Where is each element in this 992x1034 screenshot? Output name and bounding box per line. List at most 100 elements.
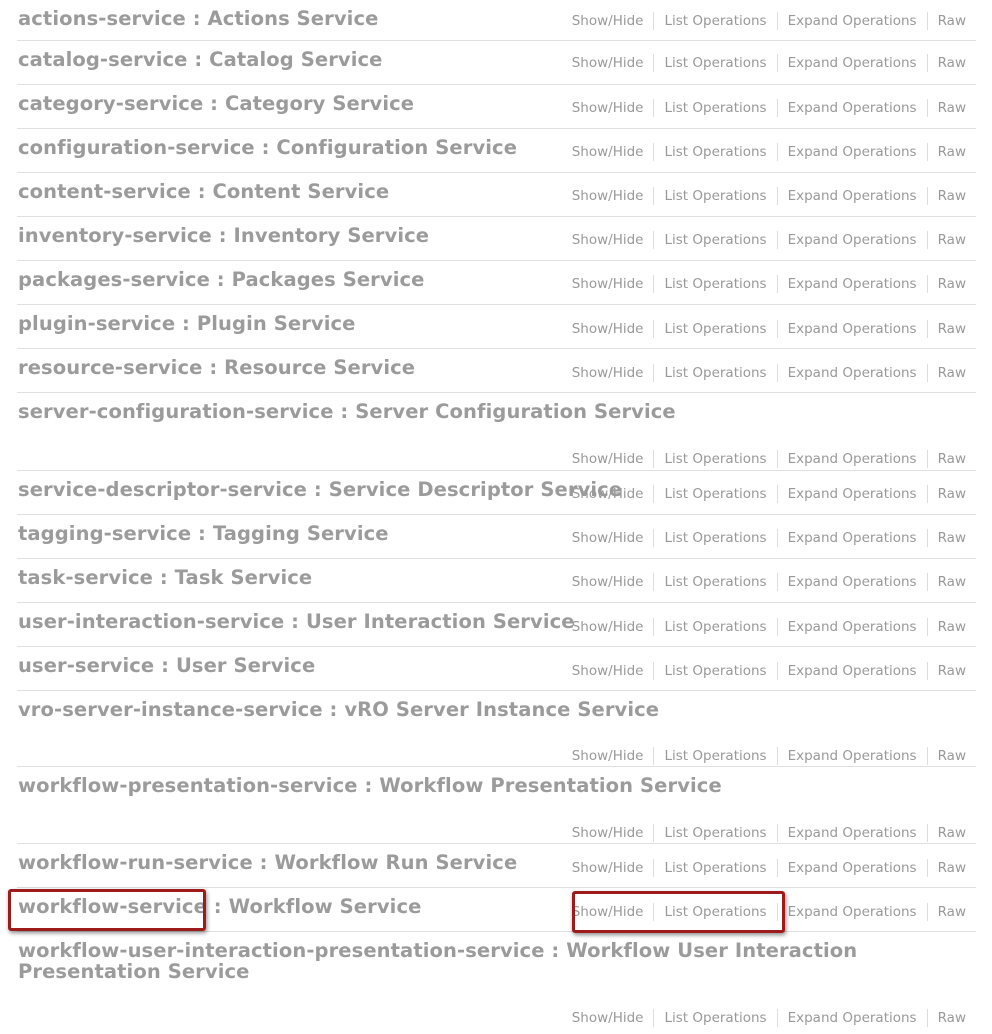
show-hide-link[interactable]: Show/Hide (562, 858, 654, 878)
show-hide-link[interactable]: Show/Hide (562, 617, 654, 637)
service-description-link[interactable]: Server Configuration Service (355, 400, 676, 423)
service-name-link[interactable]: catalog-service (18, 48, 187, 71)
service-name-link[interactable]: server-configuration-service (18, 400, 334, 423)
raw-link[interactable]: Raw (928, 363, 976, 383)
expand-operations-link[interactable]: Expand Operations (778, 823, 927, 843)
expand-operations-link[interactable]: Expand Operations (778, 98, 927, 118)
list-operations-link[interactable]: List Operations (654, 363, 776, 383)
service-name-link[interactable]: vro-server-instance-service (18, 698, 323, 721)
service-description-link[interactable]: User Interaction Service (306, 610, 575, 633)
list-operations-link[interactable]: List Operations (654, 528, 776, 548)
list-operations-link[interactable]: List Operations (654, 746, 776, 766)
raw-link[interactable]: Raw (928, 572, 976, 592)
service-description-link[interactable]: Tagging Service (213, 522, 389, 545)
service-description-link[interactable]: Packages Service (232, 268, 425, 291)
list-operations-link[interactable]: List Operations (654, 230, 776, 250)
expand-operations-link[interactable]: Expand Operations (778, 53, 927, 73)
show-hide-link[interactable]: Show/Hide (562, 823, 654, 843)
service-name-link[interactable]: tagging-service (18, 522, 191, 545)
show-hide-link[interactable]: Show/Hide (562, 98, 654, 118)
expand-operations-link[interactable]: Expand Operations (778, 186, 927, 206)
service-description-link[interactable]: Workflow Presentation Service (379, 774, 722, 797)
list-operations-link[interactable]: List Operations (654, 661, 776, 681)
show-hide-link[interactable]: Show/Hide (562, 274, 654, 294)
service-name-link[interactable]: task-service (18, 566, 153, 589)
service-description-link[interactable]: Configuration Service (276, 136, 517, 159)
raw-link[interactable]: Raw (928, 319, 976, 339)
expand-operations-link[interactable]: Expand Operations (778, 661, 927, 681)
list-operations-link[interactable]: List Operations (654, 319, 776, 339)
expand-operations-link[interactable]: Expand Operations (778, 746, 927, 766)
service-description-link[interactable]: Content Service (213, 180, 390, 203)
expand-operations-link[interactable]: Expand Operations (778, 11, 927, 31)
raw-link[interactable]: Raw (928, 858, 976, 878)
list-operations-link[interactable]: List Operations (654, 858, 776, 878)
list-operations-link[interactable]: List Operations (654, 11, 776, 31)
list-operations-link[interactable]: List Operations (654, 484, 776, 504)
show-hide-link[interactable]: Show/Hide (562, 230, 654, 250)
raw-link[interactable]: Raw (928, 53, 976, 73)
service-name-link[interactable]: content-service (18, 180, 191, 203)
service-name-link[interactable]: resource-service (18, 356, 202, 379)
service-name-link[interactable]: service-descriptor-service (18, 478, 307, 501)
expand-operations-link[interactable]: Expand Operations (778, 858, 927, 878)
expand-operations-link[interactable]: Expand Operations (778, 617, 927, 637)
expand-operations-link[interactable]: Expand Operations (778, 230, 927, 250)
show-hide-link[interactable]: Show/Hide (562, 142, 654, 162)
raw-link[interactable]: Raw (928, 746, 976, 766)
expand-operations-link[interactable]: Expand Operations (778, 319, 927, 339)
show-hide-link[interactable]: Show/Hide (562, 53, 654, 73)
list-operations-link[interactable]: List Operations (654, 572, 776, 592)
show-hide-link[interactable]: Show/Hide (562, 11, 654, 31)
expand-operations-link[interactable]: Expand Operations (778, 902, 927, 922)
raw-link[interactable]: Raw (928, 142, 976, 162)
expand-operations-link[interactable]: Expand Operations (778, 1008, 927, 1028)
service-name-link[interactable]: user-service (18, 654, 154, 677)
raw-link[interactable]: Raw (928, 902, 976, 922)
show-hide-link[interactable]: Show/Hide (562, 1008, 654, 1028)
show-hide-link[interactable]: Show/Hide (562, 902, 654, 922)
list-operations-link[interactable]: List Operations (654, 53, 776, 73)
expand-operations-link[interactable]: Expand Operations (778, 449, 927, 469)
raw-link[interactable]: Raw (928, 230, 976, 250)
list-operations-link[interactable]: List Operations (654, 142, 776, 162)
raw-link[interactable]: Raw (928, 661, 976, 681)
service-name-link[interactable]: user-interaction-service (18, 610, 284, 633)
raw-link[interactable]: Raw (928, 186, 976, 206)
service-description-link[interactable]: vRO Server Instance Service (344, 698, 659, 721)
service-name-link[interactable]: configuration-service (18, 136, 255, 159)
list-operations-link[interactable]: List Operations (654, 1008, 776, 1028)
show-hide-link[interactable]: Show/Hide (562, 484, 654, 504)
service-name-link[interactable]: workflow-user-interaction-presentation-s… (18, 939, 545, 962)
show-hide-link[interactable]: Show/Hide (562, 363, 654, 383)
raw-link[interactable]: Raw (928, 528, 976, 548)
show-hide-link[interactable]: Show/Hide (562, 528, 654, 548)
show-hide-link[interactable]: Show/Hide (562, 746, 654, 766)
expand-operations-link[interactable]: Expand Operations (778, 572, 927, 592)
service-name-link[interactable]: category-service (18, 92, 203, 115)
service-description-link[interactable]: Inventory Service (234, 224, 430, 247)
service-description-link[interactable]: Workflow Run Service (274, 851, 517, 874)
list-operations-link[interactable]: List Operations (654, 902, 776, 922)
service-name-link[interactable]: inventory-service (18, 224, 212, 247)
raw-link[interactable]: Raw (928, 1008, 976, 1028)
show-hide-link[interactable]: Show/Hide (562, 661, 654, 681)
list-operations-link[interactable]: List Operations (654, 274, 776, 294)
service-description-link[interactable]: Actions Service (208, 7, 379, 30)
show-hide-link[interactable]: Show/Hide (562, 186, 654, 206)
service-description-link[interactable]: Task Service (175, 566, 313, 589)
show-hide-link[interactable]: Show/Hide (562, 572, 654, 592)
raw-link[interactable]: Raw (928, 484, 976, 504)
raw-link[interactable]: Raw (928, 98, 976, 118)
service-description-link[interactable]: Resource Service (224, 356, 415, 379)
expand-operations-link[interactable]: Expand Operations (778, 363, 927, 383)
service-description-link[interactable]: User Service (176, 654, 315, 677)
raw-link[interactable]: Raw (928, 617, 976, 637)
expand-operations-link[interactable]: Expand Operations (778, 142, 927, 162)
list-operations-link[interactable]: List Operations (654, 186, 776, 206)
service-name-link[interactable]: workflow-service (18, 895, 207, 918)
service-name-link[interactable]: workflow-run-service (18, 851, 253, 874)
service-description-link[interactable]: Category Service (225, 92, 414, 115)
raw-link[interactable]: Raw (928, 449, 976, 469)
show-hide-link[interactable]: Show/Hide (562, 449, 654, 469)
